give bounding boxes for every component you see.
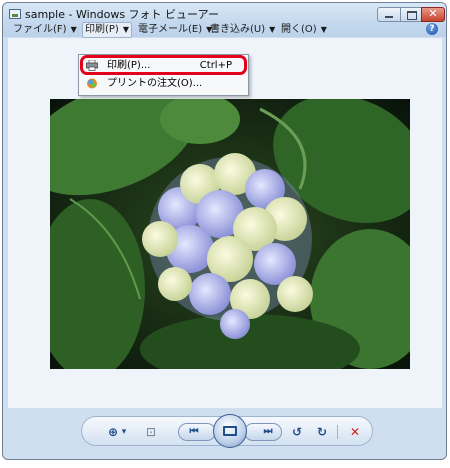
hydrangea-photo	[50, 99, 410, 369]
chevron-down-icon[interactable]: ▾	[120, 424, 128, 440]
menu-bar: ファイル(F) ▼ 印刷(P) ▼ 電子メール(E) ▼ 書き込み(U) ▼ 開く(O)…	[5, 21, 444, 38]
order-prints-menu-item[interactable]: プリントの注文(O)...	[79, 75, 248, 93]
slideshow-icon	[223, 426, 237, 436]
minimize-button[interactable]	[377, 7, 401, 22]
print-menu-item[interactable]: 印刷(P)... Ctrl+P	[79, 57, 248, 75]
slideshow-button[interactable]	[213, 414, 247, 448]
window-title: sample - Windows フォト ビューアー	[25, 8, 219, 21]
printer-icon	[86, 60, 98, 71]
delete-icon[interactable]: ✕	[346, 424, 364, 440]
print-menu-item-label: 印刷(P)...	[107, 60, 151, 71]
next-button[interactable]: ⏭	[244, 423, 282, 441]
rotate-counterclockwise-icon[interactable]: ↺	[288, 424, 306, 440]
menu-file[interactable]: ファイル(F) ▼	[13, 23, 77, 37]
menu-burn[interactable]: 書き込み(U) ▼	[210, 23, 275, 37]
order-prints-menu-item-label: プリントの注文(O)...	[107, 78, 203, 89]
chevron-down-icon: ▼	[320, 25, 327, 34]
title-bar: sample - Windows フォト ビューアー ✕ ファイル(F) ▼ 印刷…	[3, 3, 446, 38]
previous-button[interactable]: ⏮	[178, 423, 216, 441]
menu-burn-label: 書き込み(U)	[210, 24, 266, 35]
chevron-down-icon: ▼	[122, 25, 129, 34]
hydrangea-image	[50, 99, 410, 369]
toolbar-divider	[337, 425, 338, 439]
print-dropdown-menu: 印刷(P)... Ctrl+P プリントの注文(O)...	[78, 54, 249, 96]
order-prints-icon	[87, 78, 97, 89]
help-icon[interactable]: ?	[426, 23, 438, 35]
actual-size-icon[interactable]: ⊡	[142, 424, 160, 440]
print-shortcut: Ctrl+P	[199, 60, 232, 71]
menu-print-label: 印刷(P)	[85, 24, 119, 35]
menu-email-label: 電子メール(E)	[138, 24, 203, 35]
close-icon: ✕	[428, 7, 438, 20]
menu-open-label: 開く(O)	[281, 24, 317, 35]
rotate-clockwise-icon[interactable]: ↻	[313, 424, 331, 440]
next-icon: ⏭	[263, 426, 273, 437]
chevron-down-icon: ▼	[269, 25, 276, 34]
chevron-down-icon: ▼	[70, 25, 77, 34]
viewer-toolbar: ⊕ ▾ ⊡ ⏮ ⏭ ↺ ↻ ✕	[81, 414, 373, 448]
previous-icon: ⏮	[189, 426, 199, 437]
menu-open[interactable]: 開く(O) ▼	[281, 23, 327, 37]
menu-file-label: ファイル(F)	[13, 24, 67, 35]
photo-viewer-app-icon	[9, 9, 21, 19]
menu-email[interactable]: 電子メール(E) ▼	[138, 23, 212, 37]
maximize-button[interactable]	[400, 7, 422, 22]
close-button[interactable]: ✕	[421, 7, 445, 22]
menu-print[interactable]: 印刷(P) ▼	[82, 22, 132, 38]
